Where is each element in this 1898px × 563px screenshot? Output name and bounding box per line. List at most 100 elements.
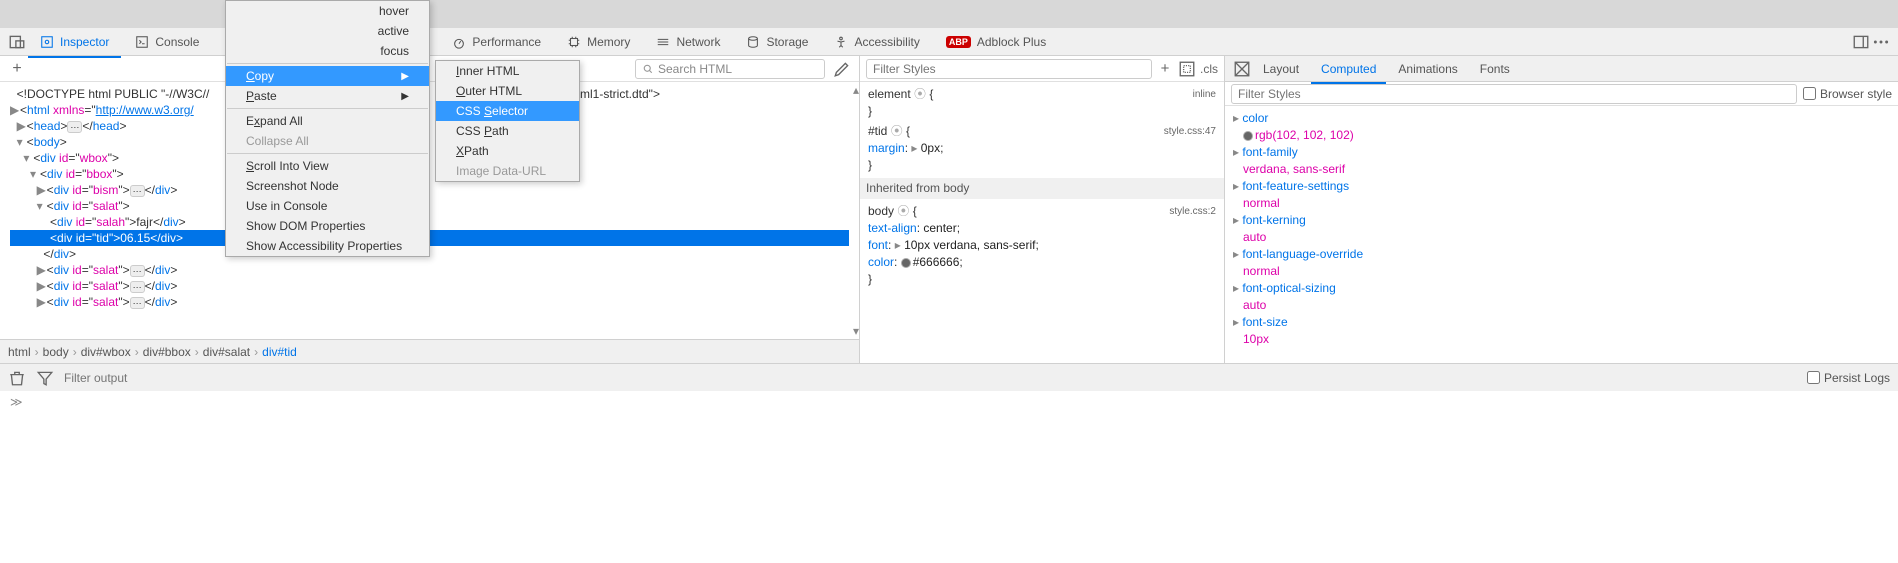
crumb-html[interactable]: html: [8, 345, 31, 359]
dom-tree-panel: + Search HTML <!DOCTYPE html PUBLIC "-//…: [0, 56, 860, 363]
comp-font-size[interactable]: font-size: [1242, 315, 1287, 329]
menu-active[interactable]: active: [226, 21, 429, 41]
tab-accessibility-label: Accessibility: [854, 35, 919, 49]
tab-storage-label: Storage: [766, 35, 808, 49]
element-selector[interactable]: element: [868, 87, 911, 101]
search-html-input[interactable]: Search HTML: [635, 59, 825, 79]
tab-console[interactable]: Console: [123, 31, 211, 53]
edit-html-icon[interactable]: [833, 60, 851, 78]
computed-tab-computed[interactable]: Computed: [1311, 58, 1386, 80]
persist-logs-checkbox[interactable]: Persist Logs: [1807, 371, 1890, 385]
submenu-inner-html[interactable]: Inner HTML: [436, 61, 579, 81]
color-val[interactable]: #666666: [913, 255, 960, 269]
filter-styles-input[interactable]: [866, 59, 1152, 79]
computed-tab-layout[interactable]: Layout: [1253, 58, 1309, 80]
crumb-salat[interactable]: div#salat: [203, 345, 250, 359]
computed-tabs: Layout Computed Animations Fonts: [1225, 56, 1898, 82]
abp-icon: ABP: [946, 36, 971, 48]
menu-focus[interactable]: focus: [226, 41, 429, 61]
comp-font-kerning[interactable]: font-kerning: [1242, 213, 1305, 227]
comp-font-family[interactable]: font-family: [1242, 145, 1297, 159]
context-menu: hover active focus Copy▶ Paste▶ Expand A…: [225, 0, 430, 257]
inherited-from-body: Inherited from body: [860, 178, 1224, 199]
menu-use-in-console[interactable]: Use in Console: [226, 196, 429, 216]
color-swatch-icon[interactable]: [901, 258, 911, 268]
add-rule-icon[interactable]: +: [1156, 60, 1174, 78]
tab-memory[interactable]: Memory: [555, 31, 642, 53]
tab-storage[interactable]: Storage: [734, 31, 820, 53]
margin-val[interactable]: 0px: [921, 141, 940, 155]
menu-expand-all[interactable]: Expand All: [226, 111, 429, 131]
comp-font-optical[interactable]: font-optical-sizing: [1242, 281, 1335, 295]
styles-panel: + .cls inlineelement ⦿ { } style.css:47#…: [860, 56, 1225, 363]
body-selector[interactable]: body: [868, 204, 894, 218]
body-source[interactable]: style.css:2: [1169, 203, 1216, 220]
tid-selector[interactable]: #tid: [868, 124, 887, 138]
tab-accessibility[interactable]: Accessibility: [822, 31, 931, 53]
tab-adblock-label: Adblock Plus: [977, 35, 1046, 49]
salat-element-4[interactable]: ▶<div id="salat">⋯</div>: [10, 294, 849, 310]
styles-body: inlineelement ⦿ { } style.css:47#tid ⦿ {…: [860, 82, 1224, 363]
pseudo-class-icon[interactable]: [1178, 60, 1196, 78]
menu-copy[interactable]: Copy▶: [226, 66, 429, 86]
submenu-css-path[interactable]: CSS Path: [436, 121, 579, 141]
search-icon: [642, 63, 654, 75]
computed-tab-fonts[interactable]: Fonts: [1470, 58, 1520, 80]
filter-icon[interactable]: [36, 369, 54, 387]
browser-styles-checkbox[interactable]: Browser style: [1803, 87, 1892, 101]
font-val[interactable]: 10px verdana, sans-serif: [904, 238, 1035, 252]
cls-toggle[interactable]: .cls: [1200, 62, 1218, 76]
menu-show-dom[interactable]: Show DOM Properties: [226, 216, 429, 236]
tab-network[interactable]: Network: [644, 31, 732, 53]
menu-paste[interactable]: Paste▶: [226, 86, 429, 106]
submenu-xpath[interactable]: XPath: [436, 141, 579, 161]
search-placeholder: Search HTML: [658, 62, 732, 76]
more-menu-icon[interactable]: [1872, 33, 1890, 51]
menu-collapse-all: Collapse All: [226, 131, 429, 151]
tab-inspector[interactable]: Inspector: [28, 31, 121, 53]
clear-console-icon[interactable]: [8, 369, 26, 387]
menu-screenshot[interactable]: Screenshot Node: [226, 176, 429, 196]
salat-element-3[interactable]: ▶<div id="salat">⋯</div>: [10, 278, 849, 294]
console-prompt[interactable]: ≫: [0, 391, 1898, 415]
crumb-body[interactable]: body: [43, 345, 69, 359]
crumb-tid[interactable]: div#tid: [262, 345, 297, 359]
console-filter-input[interactable]: [64, 371, 1797, 385]
margin-prop[interactable]: margin: [868, 141, 905, 155]
copy-submenu: Inner HTML Outer HTML CSS Selector CSS P…: [435, 60, 580, 182]
comp-color-swatch: [1243, 131, 1253, 141]
submenu-css-selector[interactable]: CSS Selector: [436, 101, 579, 121]
scroll-down-icon[interactable]: ▾: [853, 323, 859, 339]
text-align-val[interactable]: center: [923, 221, 956, 235]
dock-side-icon[interactable]: [1852, 33, 1870, 51]
tid-source[interactable]: style.css:47: [1164, 123, 1216, 140]
computed-header: Browser style: [1225, 82, 1898, 106]
add-element-icon[interactable]: +: [8, 60, 26, 78]
menu-hover[interactable]: hover: [226, 1, 429, 21]
scroll-up-icon[interactable]: ▴: [853, 82, 859, 98]
tab-performance-label: Performance: [472, 35, 541, 49]
text-align-prop[interactable]: text-align: [868, 221, 917, 235]
computed-filter-input[interactable]: [1231, 84, 1797, 104]
tab-performance[interactable]: Performance: [440, 31, 553, 53]
menu-show-a11y[interactable]: Show Accessibility Properties: [226, 236, 429, 256]
tab-console-label: Console: [155, 35, 199, 49]
styles-header: + .cls: [860, 56, 1224, 82]
comp-color[interactable]: color: [1242, 111, 1268, 125]
salat-element-2[interactable]: ▶<div id="salat">⋯</div>: [10, 262, 849, 278]
font-prop[interactable]: font: [868, 238, 888, 252]
responsive-design-icon[interactable]: [8, 33, 26, 51]
layout-box-icon[interactable]: [1233, 60, 1251, 78]
crumb-bbox[interactable]: div#bbox: [143, 345, 191, 359]
menu-scroll-into-view[interactable]: Scroll Into View: [226, 156, 429, 176]
console-toolbar: Persist Logs: [0, 363, 1898, 391]
tab-memory-label: Memory: [587, 35, 630, 49]
computed-tab-animations[interactable]: Animations: [1388, 58, 1467, 80]
comp-font-feature[interactable]: font-feature-settings: [1242, 179, 1349, 193]
submenu-outer-html[interactable]: Outer HTML: [436, 81, 579, 101]
inline-source: inline: [1193, 86, 1216, 103]
tab-adblock[interactable]: ABP Adblock Plus: [934, 31, 1058, 53]
crumb-wbox[interactable]: div#wbox: [81, 345, 131, 359]
comp-font-lang[interactable]: font-language-override: [1242, 247, 1363, 261]
color-prop[interactable]: color: [868, 255, 894, 269]
